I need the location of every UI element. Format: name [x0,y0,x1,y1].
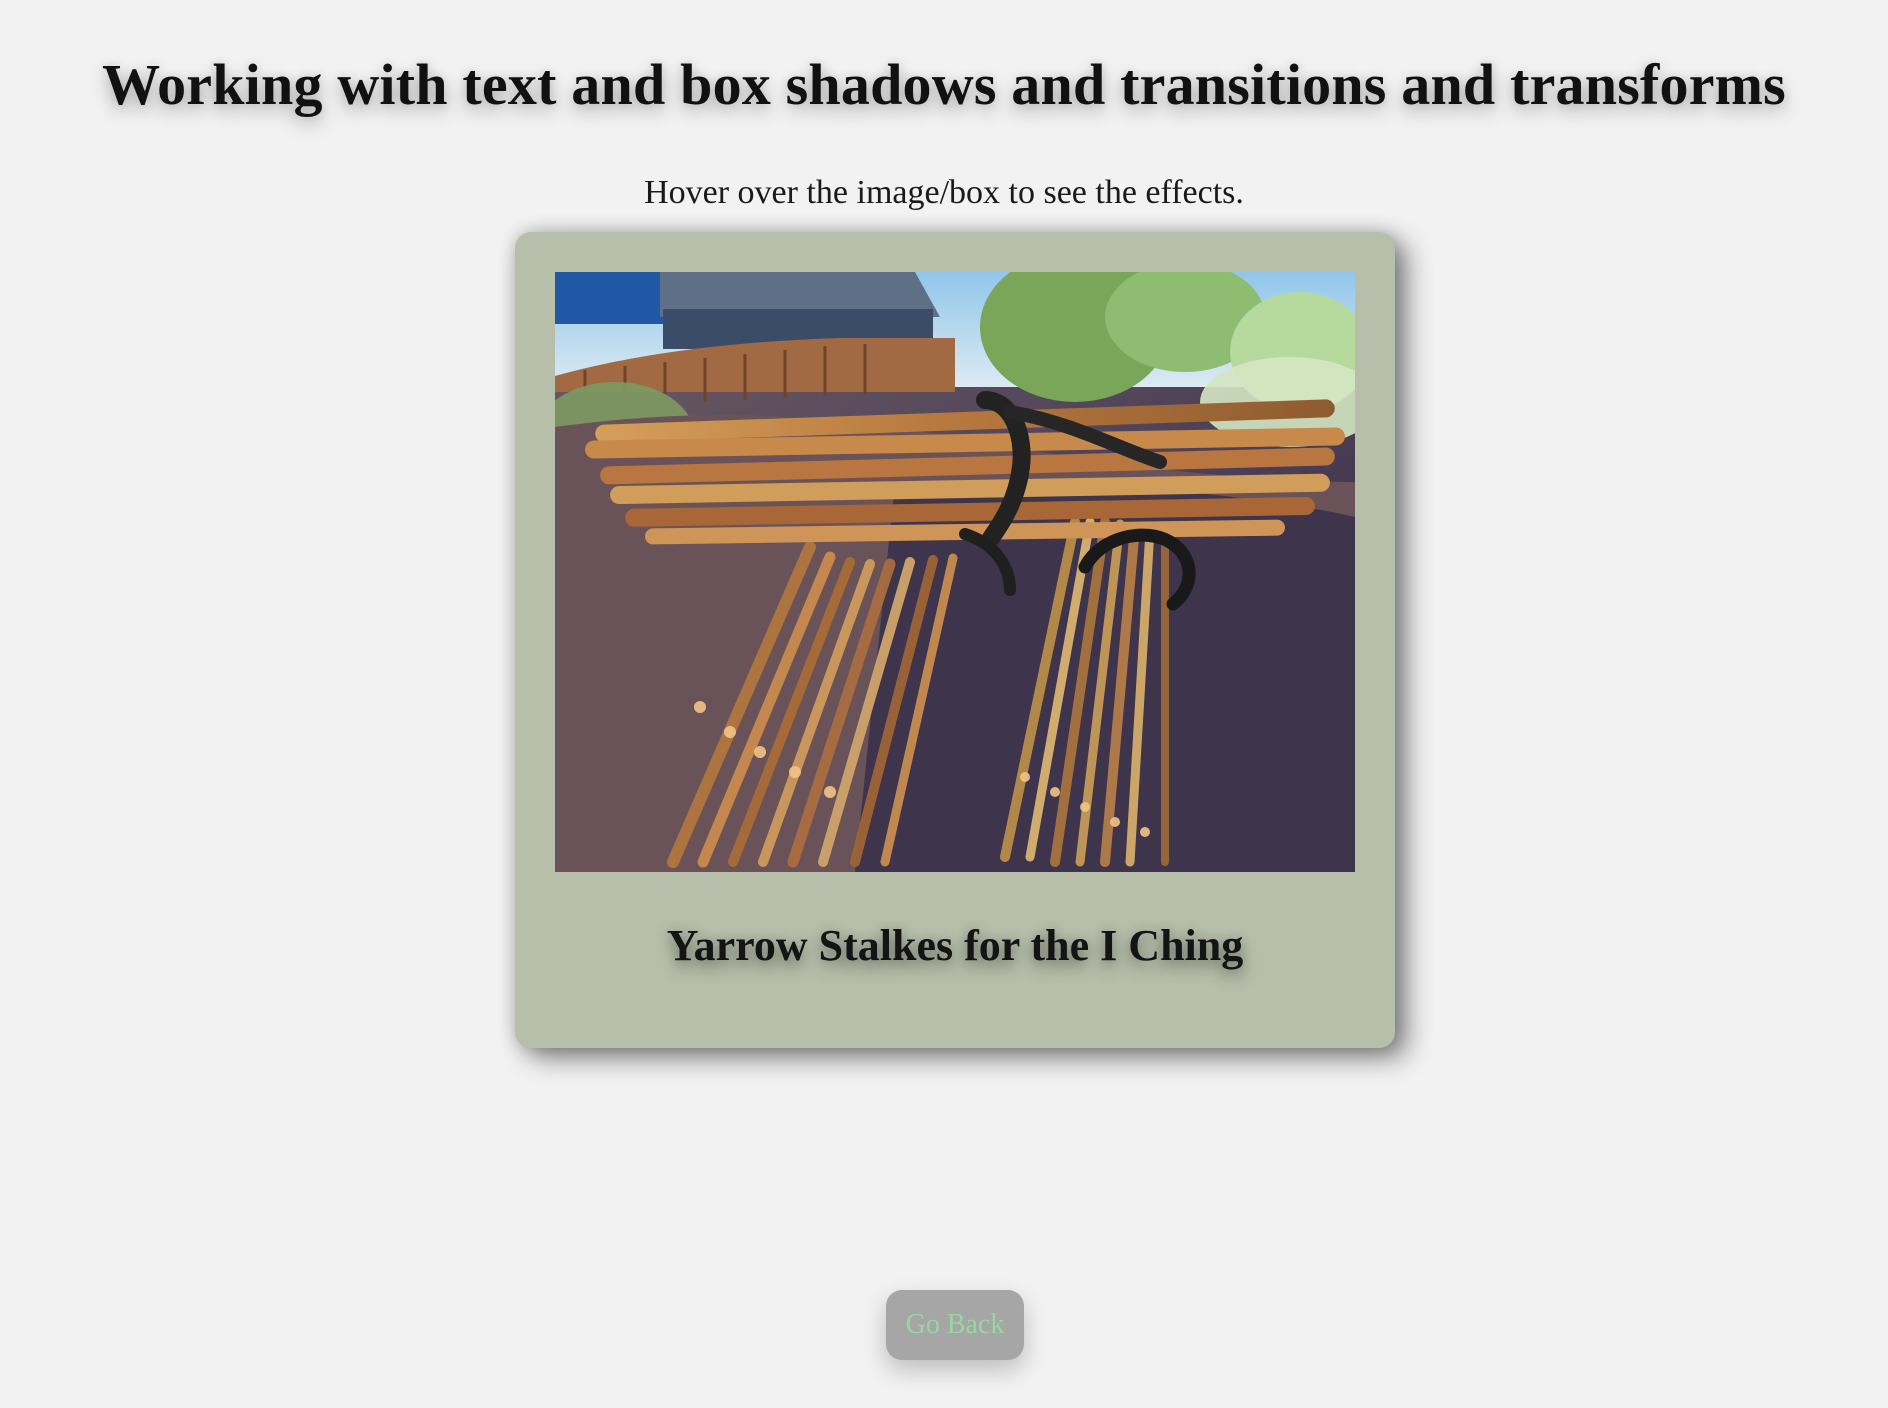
go-back-button[interactable]: Go Back [886,1290,1024,1360]
image-caption: Yarrow Stalkes for the I Ching [666,921,1244,970]
page-subtitle: Hover over the image/box to see the effe… [644,174,1244,211]
yarrow-stalks-image[interactable] [555,272,1355,872]
image-card[interactable]: Yarrow Stalkes for the I Ching [515,232,1395,1048]
page-title: Working with text and box shadows and tr… [102,51,1786,117]
